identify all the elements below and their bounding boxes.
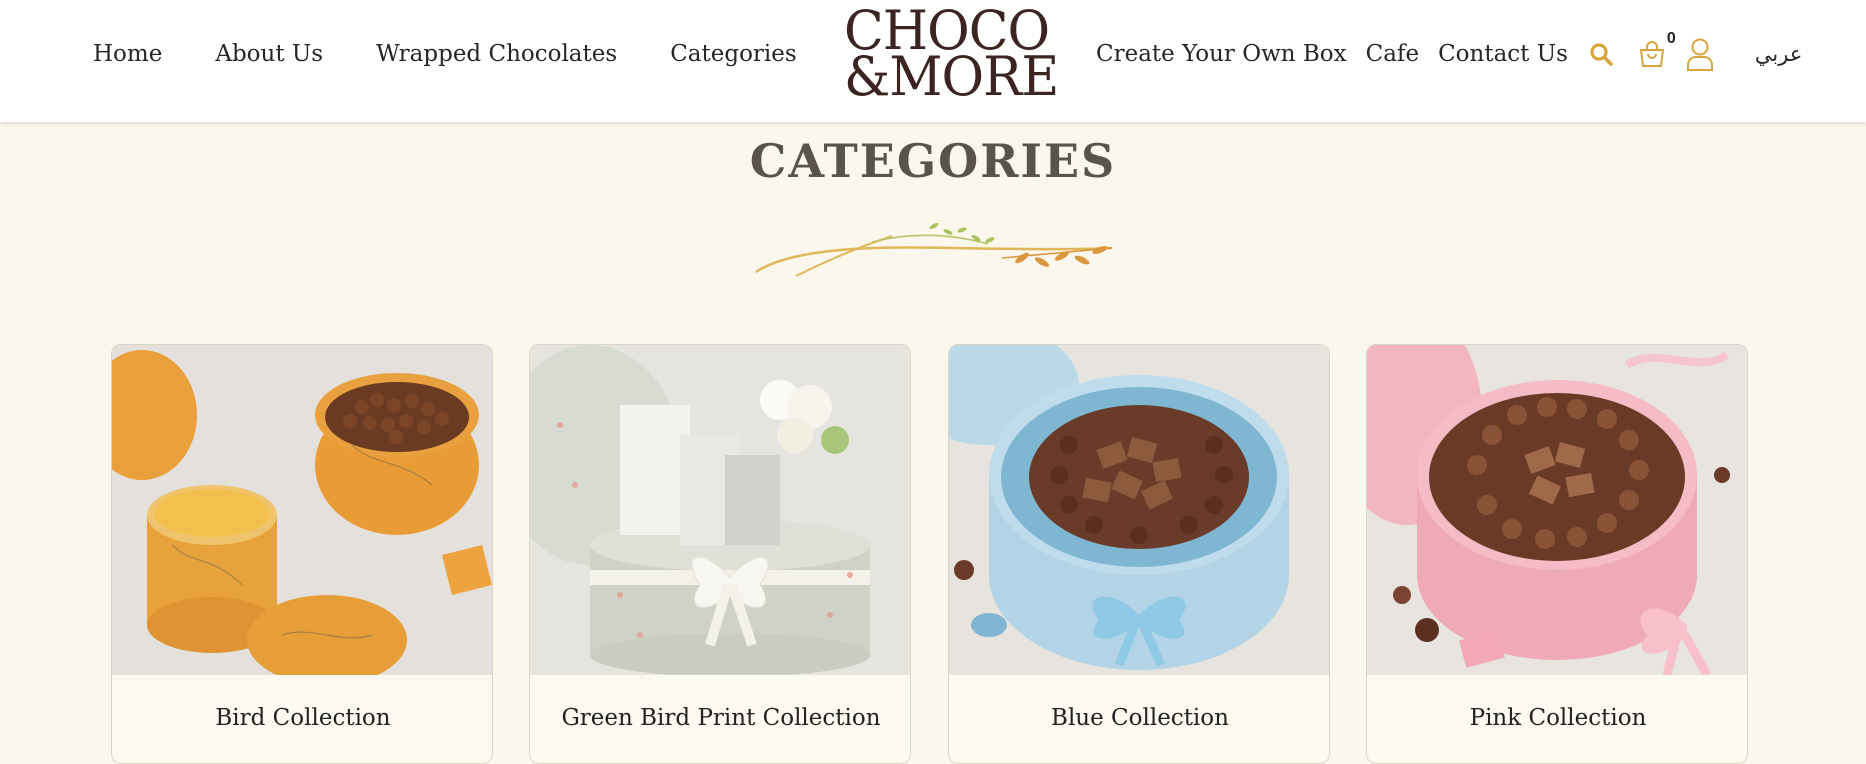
main-nav-left: Home About Us Wrapped Chocolates Categor… — [93, 0, 797, 108]
brand-logo[interactable]: CHOCO &MORE — [844, 4, 1059, 109]
language-switch[interactable]: عربي — [1755, 42, 1802, 66]
category-grid: Bird Collection Green Bird Print Collect… — [111, 344, 1749, 764]
green-bird-print-collection-image — [530, 345, 910, 675]
category-title: Green Bird Print Collection — [561, 705, 881, 731]
category-title: Pink Collection — [1469, 705, 1647, 731]
category-card-pink-collection[interactable]: Pink Collection — [1366, 344, 1748, 764]
page-title: CATEGORIES — [749, 134, 1117, 188]
category-title: Bird Collection — [215, 705, 391, 731]
cart-count-badge: 0 — [1666, 30, 1676, 47]
logo-line-2: &MORE — [844, 45, 1059, 109]
shopping-bag-icon — [1639, 41, 1665, 67]
nav-home[interactable]: Home — [93, 41, 162, 67]
category-card-bird-collection[interactable]: Bird Collection — [111, 344, 493, 764]
category-title: Blue Collection — [1051, 705, 1229, 731]
nav-wrapped-chocolates[interactable]: Wrapped Chocolates — [376, 41, 617, 67]
nav-cafe[interactable]: Cafe — [1366, 41, 1419, 67]
bird-collection-image — [112, 345, 492, 675]
site-header: Home About Us Wrapped Chocolates Categor… — [0, 0, 1866, 122]
pink-collection-image — [1367, 345, 1747, 675]
search-icon[interactable] — [1587, 40, 1615, 68]
nav-create-your-own-box[interactable]: Create Your Own Box — [1096, 41, 1347, 67]
user-account-icon[interactable] — [1685, 37, 1715, 71]
category-card-blue-collection[interactable]: Blue Collection — [948, 344, 1330, 764]
nav-about-us[interactable]: About Us — [215, 41, 323, 67]
main-nav-right: Create Your Own Box Cafe Contact Us 0 عر… — [1096, 0, 1802, 108]
blue-collection-image — [949, 345, 1329, 675]
cart-button[interactable]: 0 — [1637, 30, 1676, 70]
nav-contact-us[interactable]: Contact Us — [1438, 41, 1568, 67]
leaf-branch-ornament — [755, 222, 1113, 277]
nav-categories[interactable]: Categories — [670, 41, 797, 67]
category-card-green-bird-print-collection[interactable]: Green Bird Print Collection — [529, 344, 911, 764]
